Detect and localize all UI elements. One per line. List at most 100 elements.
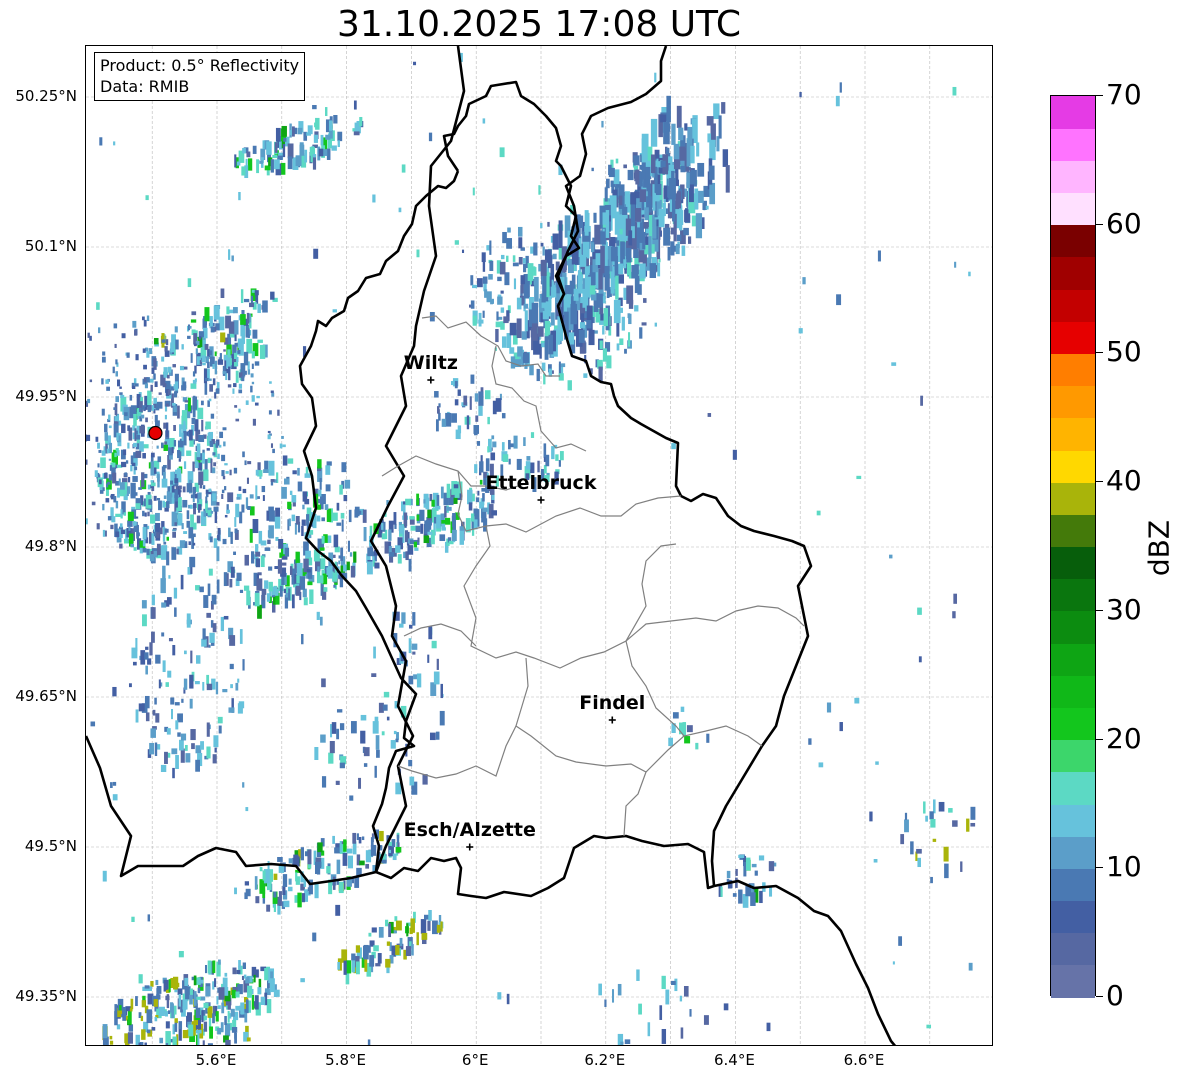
echo-cell xyxy=(174,702,180,706)
echo-cell xyxy=(98,327,101,334)
echo-cell xyxy=(875,761,879,765)
echo-cell xyxy=(149,642,153,656)
echo-cell xyxy=(111,516,116,523)
echo-cell xyxy=(708,165,715,180)
echo-cell xyxy=(220,288,225,299)
echo-cell xyxy=(346,848,353,854)
echo-cell xyxy=(206,612,211,618)
echo-cell xyxy=(678,127,684,141)
echo-cell xyxy=(99,486,103,491)
echo-cell xyxy=(86,459,88,465)
echo-cell xyxy=(150,728,156,738)
echo-cell xyxy=(170,697,175,705)
echo-cell xyxy=(106,448,110,454)
echo-cell xyxy=(244,460,247,466)
echo-cell xyxy=(516,318,522,339)
echo-cell xyxy=(98,449,102,453)
echo-cell xyxy=(839,82,842,93)
lon-tick-label: 6.6°E xyxy=(843,1051,885,1069)
echo-cell xyxy=(491,510,498,516)
echo-cell xyxy=(148,499,153,505)
radar-map[interactable]: Wiltz Ettelbruck Findel Esch/Alzette xyxy=(85,45,993,1046)
echo-cell xyxy=(343,839,347,852)
echo-cell xyxy=(691,118,697,139)
echo-cell xyxy=(529,364,534,376)
echo-cell xyxy=(237,678,240,683)
echo-cell xyxy=(140,1015,144,1022)
echo-cell xyxy=(101,408,105,416)
echo-cell xyxy=(325,465,331,475)
echo-cell xyxy=(808,738,812,745)
lat-tick-label: 49.35°N xyxy=(15,987,77,1005)
echo-cell xyxy=(145,646,149,650)
echo-cell xyxy=(331,722,337,734)
echo-cell xyxy=(470,300,475,309)
echo-cell xyxy=(370,844,377,856)
echo-cell xyxy=(552,253,557,260)
echo-cell xyxy=(208,568,213,576)
city-label: Findel xyxy=(579,692,645,714)
echo-cell xyxy=(372,194,376,203)
echo-cell xyxy=(638,1003,642,1015)
echo-cell xyxy=(918,656,922,663)
echo-cell xyxy=(672,712,679,719)
echo-cell xyxy=(212,960,216,974)
echo-cell xyxy=(343,564,347,572)
echo-cell xyxy=(516,458,522,470)
echo-cell xyxy=(287,156,293,170)
echo-cell xyxy=(435,419,439,432)
colorbar-tick-label: 20 xyxy=(1106,721,1142,755)
city-label: Esch/Alzette xyxy=(404,819,536,841)
echo-cell xyxy=(156,532,160,538)
echo-cell xyxy=(214,360,218,375)
city-label: Ettelbruck xyxy=(486,472,597,494)
echo-cell xyxy=(155,403,160,411)
echo-cell xyxy=(127,1032,133,1044)
echo-cell xyxy=(618,263,624,275)
echo-cell xyxy=(337,962,340,970)
echo-cell xyxy=(393,512,397,525)
echo-cell xyxy=(110,524,114,530)
echo-cell xyxy=(232,359,237,363)
echo-cell xyxy=(479,479,483,485)
colorbar-segment xyxy=(1051,224,1095,258)
echo-cell xyxy=(403,512,408,527)
canton-boundary xyxy=(625,605,805,642)
echo-cell xyxy=(228,707,235,713)
echo-cell xyxy=(96,302,100,310)
echo-cell xyxy=(709,139,716,161)
echo-cell xyxy=(174,489,178,503)
echo-cell xyxy=(307,581,313,586)
echo-cell xyxy=(236,161,241,166)
echo-cell xyxy=(435,731,440,740)
echo-cell xyxy=(144,1042,147,1045)
echo-cell xyxy=(600,313,605,321)
echo-cell xyxy=(405,498,411,506)
echo-cell xyxy=(172,364,176,368)
echo-cell xyxy=(306,514,310,526)
echo-cell xyxy=(211,467,216,474)
echo-cell xyxy=(904,812,908,820)
echo-cell xyxy=(112,366,115,374)
echo-cell xyxy=(559,451,564,461)
echo-cell xyxy=(319,616,323,626)
echo-cell xyxy=(314,861,319,875)
echo-cell xyxy=(441,519,446,524)
echo-cell xyxy=(697,190,704,203)
echo-cell xyxy=(295,872,298,882)
echo-cell xyxy=(102,870,107,882)
city-marker: Ettelbruck xyxy=(486,472,597,504)
echo-cell xyxy=(754,870,758,876)
echo-cell xyxy=(531,323,538,341)
echo-cell xyxy=(254,290,259,296)
echo-cell xyxy=(224,463,228,466)
echo-cell xyxy=(156,543,161,556)
echo-cell xyxy=(224,972,228,977)
echo-cell xyxy=(488,274,493,280)
echo-cell xyxy=(104,423,108,433)
echo-cell xyxy=(461,249,465,254)
echo-cell xyxy=(202,362,206,366)
echo-cell xyxy=(663,227,671,246)
echo-cell xyxy=(641,322,647,326)
echo-cell xyxy=(119,392,123,395)
